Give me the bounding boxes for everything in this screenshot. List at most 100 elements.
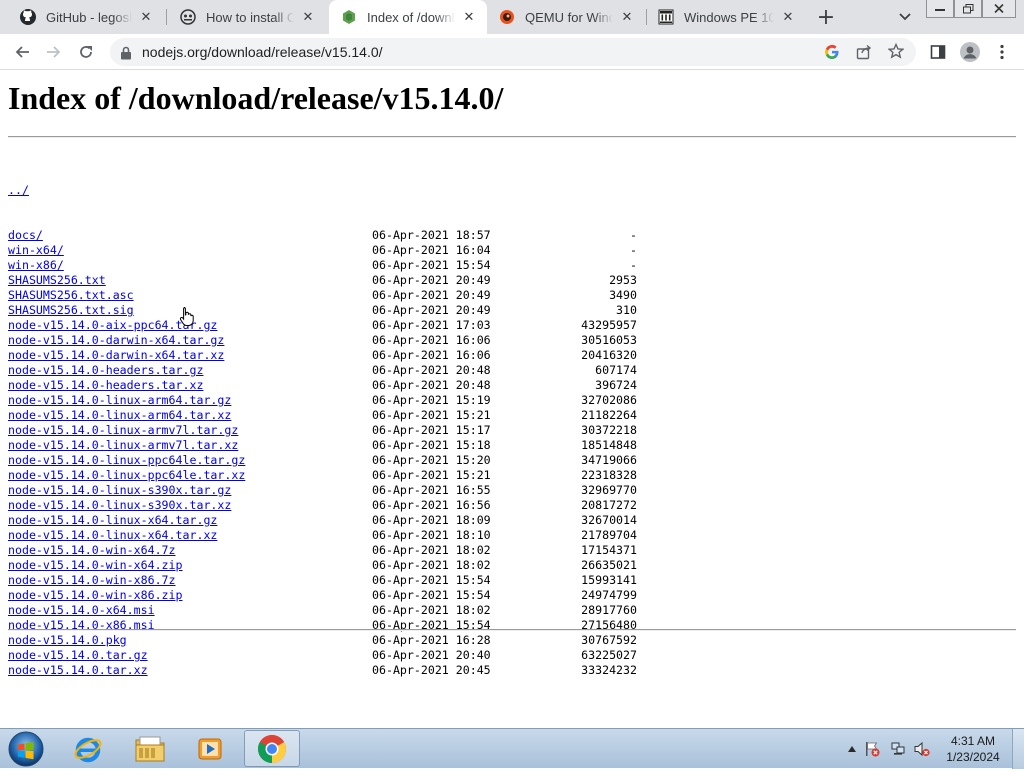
modified-date: 06-Apr-2021 15:18 [372, 438, 491, 452]
file-size: 18514848 [581, 438, 637, 452]
show-desktop-button[interactable] [1012, 729, 1024, 769]
profile-avatar-icon[interactable] [956, 38, 984, 66]
tab-search-icon[interactable] [894, 6, 916, 28]
table-row: node-v15.14.0-linux-ppc64le.tar.xz 06-Apr… [8, 468, 637, 483]
file-link[interactable]: node-v15.14.0-linux-ppc64le.tar.xz [8, 468, 245, 482]
modified-date: 06-Apr-2021 20:40 [372, 648, 491, 662]
forward-icon[interactable] [40, 38, 68, 66]
file-explorer-icon[interactable] [122, 730, 178, 767]
taskbar-clock[interactable]: 4:31 AM 1/23/2024 [940, 733, 1006, 765]
file-size: 310 [616, 303, 637, 317]
close-tab-icon[interactable]: ✕ [619, 9, 635, 25]
file-size: - [630, 243, 637, 257]
file-link[interactable]: node-v15.14.0-linux-armv7l.tar.xz [8, 438, 238, 452]
github-icon [20, 9, 36, 25]
table-row: node-v15.14.0-linux-s390x.tar.xz 06-Apr-2… [8, 498, 637, 513]
file-link[interactable]: node-v15.14.0-linux-x64.tar.gz [8, 513, 217, 527]
file-link[interactable]: SHASUMS256.txt.sig [8, 303, 134, 317]
reload-icon[interactable] [72, 38, 100, 66]
modified-date: 06-Apr-2021 20:48 [372, 363, 491, 377]
file-link[interactable]: node-v15.14.0-headers.tar.gz [8, 363, 203, 377]
file-link[interactable]: node-v15.14.0-darwin-x64.tar.gz [8, 333, 224, 347]
file-link[interactable]: node-v15.14.0-win-x64.zip [8, 558, 183, 572]
address-bar[interactable]: nodejs.org/download/release/v15.14.0/ [110, 38, 916, 66]
file-link[interactable]: node-v15.14.0-darwin-x64.tar.xz [8, 348, 224, 362]
file-link[interactable]: node-v15.14.0.pkg [8, 633, 127, 647]
url-text[interactable]: nodejs.org/download/release/v15.14.0/ [142, 44, 383, 60]
minimize-icon[interactable] [926, 0, 954, 18]
modified-date: 06-Apr-2021 20:48 [372, 378, 491, 392]
file-link[interactable]: node-v15.14.0-win-x86.zip [8, 588, 183, 602]
share-icon[interactable] [856, 44, 872, 64]
parent-directory-link[interactable]: ../ [8, 183, 29, 197]
file-link[interactable]: node-v15.14.0-headers.tar.xz [8, 378, 203, 392]
bookmark-star-icon[interactable] [887, 42, 905, 63]
table-row: node-v15.14.0-headers.tar.gz 06-Apr-2021 … [8, 363, 637, 378]
close-tab-icon[interactable]: ✕ [461, 9, 477, 25]
file-size: 22318328 [581, 468, 637, 482]
table-row: node-v15.14.0.pkg 06-Apr-2021 16:28 307675… [8, 633, 637, 648]
network-icon[interactable] [890, 741, 906, 757]
close-tab-icon[interactable]: ✕ [300, 9, 316, 25]
modified-date: 06-Apr-2021 18:10 [372, 528, 491, 542]
file-link[interactable]: node-v15.14.0-linux-armv7l.tar.gz [8, 423, 238, 437]
file-link[interactable]: node-v15.14.0-linux-arm64.tar.gz [8, 393, 231, 407]
file-size: 32702086 [581, 393, 637, 407]
qemu-icon [499, 9, 515, 25]
tab-title: Index of /downloa [367, 9, 455, 25]
modified-date: 06-Apr-2021 15:17 [372, 423, 491, 437]
file-link[interactable]: node-v15.14.0-win-x86.7z [8, 573, 176, 587]
action-center-flag-icon[interactable] [864, 741, 880, 757]
menu-kebab-icon[interactable] [988, 38, 1016, 66]
google-icon[interactable] [824, 44, 840, 64]
chrome-icon[interactable] [244, 730, 300, 767]
file-link[interactable]: node-v15.14.0-x64.msi [8, 603, 155, 617]
file-size: 30767592 [581, 633, 637, 647]
show-hidden-icons-icon[interactable] [844, 741, 860, 757]
close-tab-icon[interactable]: ✕ [138, 9, 154, 25]
file-link[interactable]: node-v15.14.0-win-x64.7z [8, 543, 176, 557]
window-close-icon[interactable] [982, 0, 1016, 18]
file-link[interactable]: docs/ [8, 228, 43, 242]
side-panel-icon[interactable] [924, 38, 952, 66]
file-size: 30372218 [581, 423, 637, 437]
close-tab-icon[interactable]: ✕ [780, 9, 796, 25]
table-row: node-v15.14.0-darwin-x64.tar.gz 06-Apr-20… [8, 333, 637, 348]
file-link[interactable]: node-v15.14.0-linux-s390x.tar.gz [8, 483, 231, 497]
restore-icon[interactable] [954, 0, 982, 18]
page-content: Index of /download/release/v15.14.0/ ../… [0, 71, 1024, 728]
file-link[interactable]: win-x64/ [8, 243, 64, 257]
start-button[interactable] [6, 730, 46, 768]
tab-windows-pe[interactable]: Windows PE 10 By ✕ [646, 0, 806, 34]
file-link[interactable]: node-v15.14.0.tar.gz [8, 648, 148, 662]
media-player-icon[interactable] [182, 730, 238, 767]
internet-explorer-icon[interactable] [60, 730, 116, 767]
clock-date: 1/23/2024 [946, 750, 1000, 764]
file-size: 21789704 [581, 528, 637, 542]
browser-toolbar: nodejs.org/download/release/v15.14.0/ [0, 34, 1024, 70]
modified-date: 06-Apr-2021 18:02 [372, 603, 491, 617]
file-link[interactable]: node-v15.14.0-linux-arm64.tar.xz [8, 408, 231, 422]
tab-qemu[interactable]: QEMU for Windo ✕ [487, 0, 645, 34]
file-link[interactable]: win-x86/ [8, 258, 64, 272]
modified-date: 06-Apr-2021 16:06 [372, 348, 491, 362]
taskbar: 4:31 AM 1/23/2024 [0, 728, 1024, 769]
file-link[interactable]: node-v15.14.0-linux-x64.tar.xz [8, 528, 217, 542]
file-link[interactable]: SHASUMS256.txt.asc [8, 288, 134, 302]
file-link[interactable]: node-v15.14.0.tar.xz [8, 663, 148, 677]
tab-index-of-download[interactable]: Index of /downloa ✕ [329, 0, 487, 34]
file-size: 32670014 [581, 513, 637, 527]
table-row: node-v15.14.0-linux-x64.tar.xz 06-Apr-202… [8, 528, 637, 543]
new-tab-button[interactable]: + [814, 5, 838, 30]
file-link[interactable]: node-v15.14.0-linux-ppc64le.tar.gz [8, 453, 245, 467]
file-link[interactable]: SHASUMS256.txt [8, 273, 106, 287]
volume-muted-icon[interactable] [914, 741, 930, 757]
table-row: node-v15.14.0-win-x86.7z 06-Apr-2021 15:5… [8, 573, 637, 588]
tab-title: Windows PE 10 By [684, 9, 774, 25]
back-icon[interactable] [8, 38, 36, 66]
tab-how-to-install[interactable]: How to install Col ✕ [168, 0, 326, 34]
lock-icon[interactable] [120, 45, 132, 64]
tab-github[interactable]: GitHub - legoskid ✕ [8, 0, 164, 34]
file-link[interactable]: node-v15.14.0-linux-s390x.tar.xz [8, 498, 231, 512]
table-row: node-v15.14.0-linux-arm64.tar.xz 06-Apr-2… [8, 408, 637, 423]
